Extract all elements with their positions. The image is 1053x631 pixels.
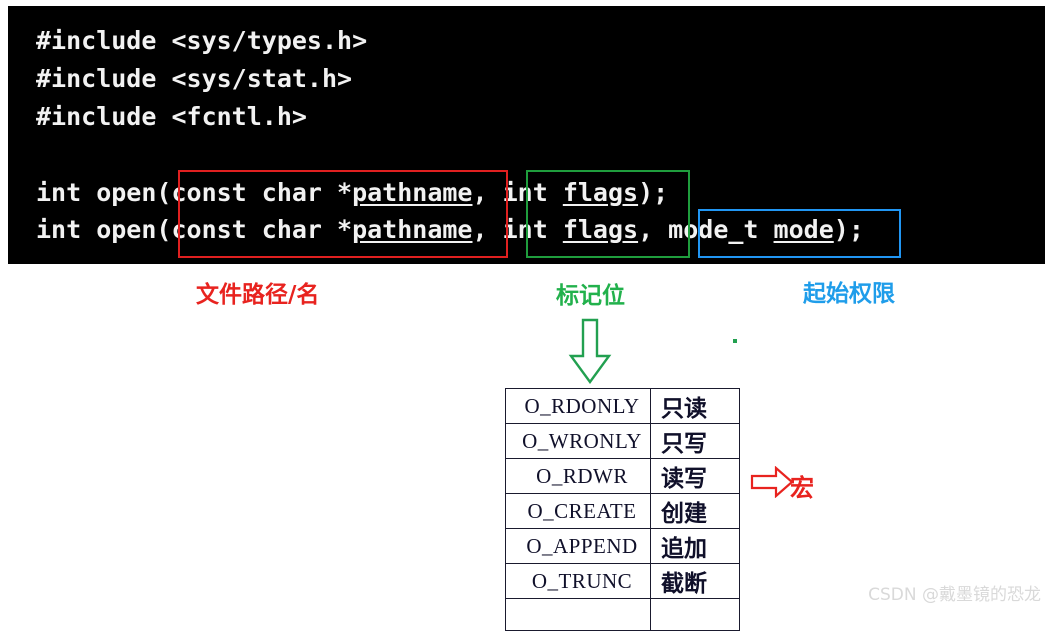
- code-block: #include <sys/types.h> #include <sys/sta…: [8, 6, 1045, 264]
- table-row: O_RDONLY 只读: [505, 388, 740, 424]
- highlight-box-mode: [698, 209, 901, 258]
- code-line-include-types: #include <sys/types.h>: [36, 26, 368, 55]
- csdn-watermark: CSDN @戴墨镜的恐龙: [868, 585, 1041, 605]
- code-line-include-fcntl: #include <fcntl.h>: [36, 102, 307, 131]
- flag-macro-cell: O_APPEND: [505, 528, 651, 564]
- open-flags-table: O_RDONLY 只读 O_WRONLY 只写 O_RDWR 读写 O_CREA…: [505, 388, 740, 631]
- flag-desc-cell: [650, 598, 740, 631]
- code-line-include-stat: #include <sys/stat.h>: [36, 64, 353, 93]
- flag-desc-cell: 追加: [650, 528, 740, 564]
- flags-table-body: O_RDONLY 只读 O_WRONLY 只写 O_RDWR 读写 O_CREA…: [505, 388, 740, 631]
- annotation-label-flags: 标记位: [556, 283, 625, 309]
- flag-macro-cell: O_WRONLY: [505, 423, 651, 459]
- table-row: O_WRONLY 只写: [505, 423, 740, 459]
- flag-desc-cell: 截断: [650, 563, 740, 599]
- table-row: O_APPEND 追加: [505, 528, 740, 564]
- annotation-label-mode: 起始权限: [803, 281, 895, 307]
- table-row-empty: [505, 598, 740, 631]
- flag-macro-cell: O_RDONLY: [505, 388, 651, 424]
- flag-macro-cell: O_RDWR: [505, 458, 651, 494]
- flag-desc-cell: 只写: [650, 423, 740, 459]
- flag-desc-cell: 读写: [650, 458, 740, 494]
- flag-desc-cell: 只读: [650, 388, 740, 424]
- flag-macro-cell: [505, 598, 651, 631]
- flag-macro-cell: O_CREATE: [505, 493, 651, 529]
- table-row: O_RDWR 读写: [505, 458, 740, 494]
- highlight-box-pathname: [178, 170, 508, 258]
- flag-desc-cell: 创建: [650, 493, 740, 529]
- highlight-box-flags: [526, 170, 690, 258]
- annotation-label-pathname: 文件路径/名: [196, 282, 320, 308]
- table-row: O_CREATE 创建: [505, 493, 740, 529]
- flag-macro-cell: O_TRUNC: [505, 563, 651, 599]
- arrow-down-icon: [568, 318, 612, 384]
- table-row: O_TRUNC 截断: [505, 563, 740, 599]
- green-dot-artifact: [733, 339, 737, 343]
- arrow-right-icon: [750, 466, 794, 498]
